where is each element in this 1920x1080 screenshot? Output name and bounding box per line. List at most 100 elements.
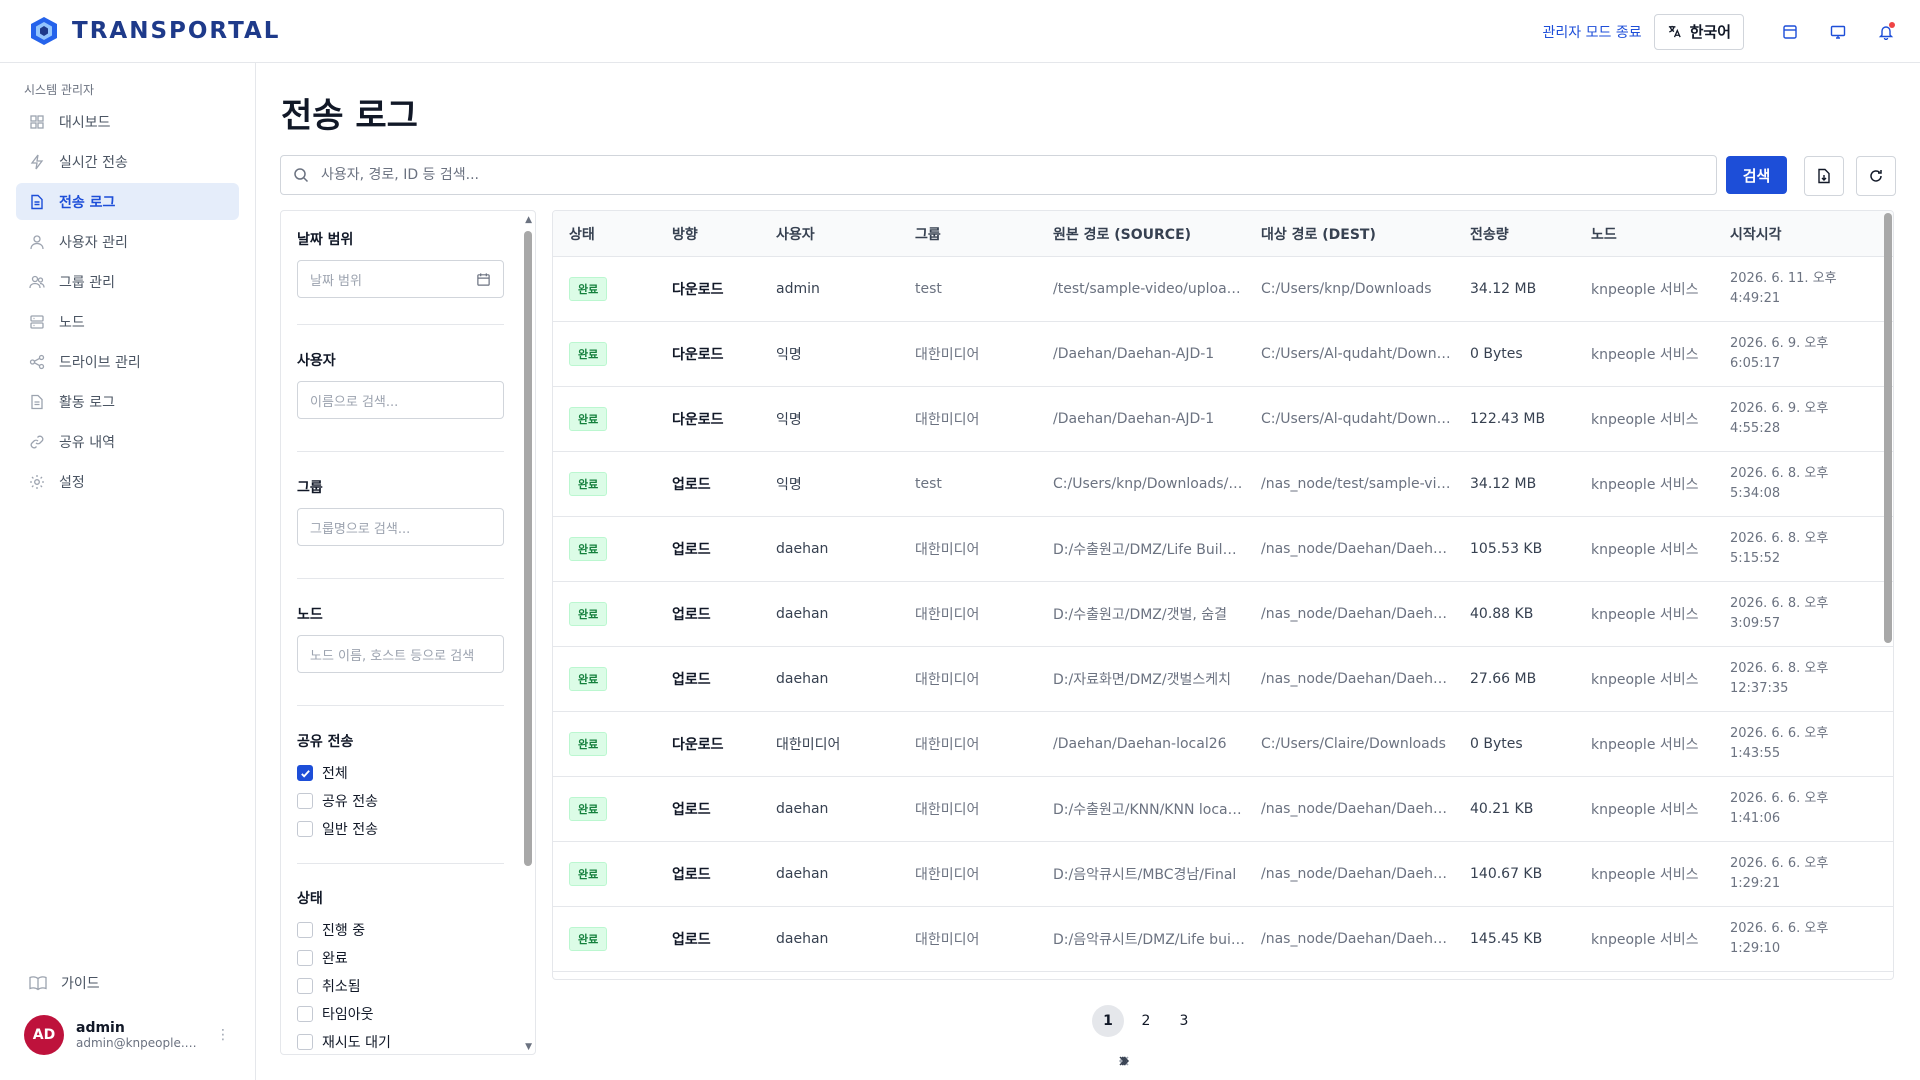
sidebar-item-drives[interactable]: 드라이브 관리 — [16, 343, 239, 380]
sidebar-item-users[interactable]: 사용자 관리 — [16, 223, 239, 260]
sidebar-item-shares[interactable]: 공유 내역 — [16, 423, 239, 460]
column-header-size[interactable]: 전송량 — [1454, 224, 1575, 244]
sidebar-item-groups[interactable]: 그룹 관리 — [16, 263, 239, 300]
sidebar-item-transfer-log[interactable]: 전송 로그 — [16, 183, 239, 220]
share-option-shared[interactable]: 공유 전송 — [297, 791, 378, 811]
status-option-in-progress[interactable]: 진행 중 — [297, 920, 365, 940]
table-row[interactable]: 완료 업로드 daehan 대한미디어 D:/수출원고/DMZ/Life Buildin… — [553, 517, 1893, 582]
guide-label: 가이드 — [61, 976, 100, 992]
start-date: 2026. 6. 6. 오후 — [1730, 791, 1829, 806]
sidebar-item-nodes[interactable]: 노드 — [16, 303, 239, 340]
table-row[interactable]: 완료 다운로드 익명 대한미디어/Daehan/Daehan-AJD-1 C:/User… — [553, 322, 1893, 387]
table-row[interactable]: 완료 업로드 daehan 대한미디어 D:/수출원고/DMZ/갯벌, 숨결/nas_n… — [553, 582, 1893, 647]
translate-icon — [1668, 25, 1681, 38]
checkbox-checked[interactable] — [297, 765, 313, 781]
search-input[interactable] — [321, 167, 1681, 183]
column-header-status[interactable]: 상태 — [553, 224, 656, 244]
status-filter-label: 상태 — [297, 891, 323, 907]
start-date: 2026. 6. 9. 오후 — [1730, 401, 1829, 416]
start-time-cell: 2026. 6. 6. 오후 1:43:55 — [1714, 724, 1874, 764]
user-cell: daehan — [776, 866, 829, 882]
search-bar[interactable] — [280, 155, 1717, 195]
sidebar-item-label: 실시간 전송 — [59, 154, 128, 171]
status-option-cancelled[interactable]: 취소됨 — [297, 976, 361, 996]
more-vertical-icon[interactable]: ⋮ — [216, 1027, 230, 1043]
status-option-timeout[interactable]: 타임아웃 — [297, 1004, 374, 1024]
user-cell: 익명 — [776, 477, 802, 493]
table-scrollbar[interactable] — [1884, 213, 1892, 643]
notifications-button[interactable] — [1862, 0, 1910, 63]
exit-admin-mode-link[interactable]: 관리자 모드 종료 — [1543, 22, 1642, 42]
option-label: 완료 — [322, 951, 348, 967]
page-button-3[interactable]: 3 — [1168, 1005, 1200, 1037]
table-row[interactable]: 완료 다운로드 대한미디어 대한미디어/Daehan/Daehan-local26 C:… — [553, 712, 1893, 777]
size-cell: 40.88 KB — [1470, 606, 1534, 622]
refresh-button[interactable] — [1856, 156, 1896, 196]
sidebar-item-activity-log[interactable]: 활동 로그 — [16, 383, 239, 420]
user-filter-input[interactable]: 이름으로 검색... — [297, 381, 504, 419]
dest-path-cell: C:/Users/Claire/Downloads — [1261, 736, 1446, 752]
column-header-source[interactable]: 원본 경로 (SOURCE) — [1037, 224, 1245, 244]
sidebar-item-label: 전송 로그 — [59, 194, 116, 211]
checkbox[interactable] — [297, 793, 313, 809]
sidebar-item-settings[interactable]: 설정 — [16, 463, 239, 500]
display-mode-button[interactable] — [1814, 0, 1862, 63]
language-button[interactable]: 한국어 — [1653, 13, 1744, 50]
export-button[interactable] — [1804, 156, 1844, 196]
source-path-cell: /Daehan/Daehan-AJD-1 — [1053, 411, 1215, 427]
sidebar-item-dashboard[interactable]: 대시보드 — [16, 103, 239, 140]
user-profile[interactable]: AD admin admin@knpeople.c… ⋮ — [24, 1015, 230, 1055]
scroll-up-arrow[interactable]: ▲ — [525, 215, 532, 225]
page-button-2[interactable]: 2 — [1130, 1005, 1162, 1037]
table-row[interactable]: 완료 다운로드 익명 대한미디어/Daehan/Daehan-AJD-1 C:/User… — [553, 387, 1893, 452]
status-cell: 완료 — [553, 277, 656, 301]
node-cell: knpeople 서비스 — [1591, 347, 1699, 363]
table-row[interactable]: 완료 업로드 daehan 대한미디어 D:/음악큐시트/MBC경남/Final/nas… — [553, 842, 1893, 907]
status-option-complete[interactable]: 완료 — [297, 948, 348, 968]
sidebar-guide-link[interactable]: 가이드 — [29, 973, 100, 993]
column-header-group[interactable]: 그룹 — [899, 224, 1037, 244]
drive-icon — [29, 354, 45, 369]
scroll-down-arrow[interactable]: ▼ — [525, 1042, 532, 1052]
status-badge: 완료 — [569, 667, 608, 691]
source-path-cell: D:/음악큐시트/DMZ/Life building — [1053, 932, 1245, 948]
column-header-direction[interactable]: 방향 — [656, 224, 760, 244]
filter-scrollbar[interactable] — [524, 231, 532, 866]
layout-toggle-button[interactable] — [1766, 0, 1814, 63]
table-row[interactable]: 완료 다운로드 admin test/test/sample-video/upload… — [553, 257, 1893, 322]
node-filter-label: 노드 — [297, 607, 323, 623]
link-icon — [30, 435, 44, 448]
column-header-start-time[interactable]: 시작시각 — [1714, 224, 1874, 244]
node-filter-input[interactable]: 노드 이름, 호스트 등으로 검색 — [297, 635, 504, 673]
checkbox[interactable] — [297, 950, 313, 966]
date-range-input[interactable]: 날짜 범위 — [297, 260, 504, 298]
last-page-button[interactable] — [1108, 1045, 1140, 1077]
checkbox[interactable] — [297, 1006, 313, 1022]
table-row[interactable]: 완료 업로드 daehan 대한미디어 D:/자료화면/DMZ/갯벌스케치/nas_no… — [553, 647, 1893, 712]
node-cell: knpeople 서비스 — [1591, 672, 1699, 688]
group-filter-input[interactable]: 그룹명으로 검색... — [297, 508, 504, 546]
option-label: 진행 중 — [322, 923, 366, 939]
node-cell: knpeople 서비스 — [1591, 802, 1699, 818]
checkbox[interactable] — [297, 922, 313, 938]
checkbox[interactable] — [297, 1034, 313, 1050]
column-header-user[interactable]: 사용자 — [760, 224, 899, 244]
column-header-node[interactable]: 노드 — [1575, 224, 1714, 244]
table-row[interactable]: 완료 업로드 익명 test C:/Users/knp/Downloads/sample… — [553, 452, 1893, 517]
direction-cell: 다운로드 — [672, 347, 724, 363]
status-badge: 완료 — [569, 342, 608, 366]
page-button-1[interactable]: 1 — [1092, 1005, 1124, 1037]
share-option-normal[interactable]: 일반 전송 — [297, 819, 378, 839]
column-header-dest[interactable]: 대상 경로 (DEST) — [1245, 224, 1454, 244]
status-option-retry-wait[interactable]: 재시도 대기 — [297, 1032, 391, 1052]
search-button[interactable]: 검색 — [1726, 156, 1787, 194]
sidebar-item-realtime[interactable]: 실시간 전송 — [16, 143, 239, 180]
checkbox[interactable] — [297, 821, 313, 837]
table-row[interactable]: 완료 업로드 daehan 대한미디어 D:/수출원고/KNN/KNN localnew… — [553, 777, 1893, 842]
file-icon — [31, 194, 43, 209]
share-option-all[interactable]: 전체 — [297, 763, 348, 783]
table-row[interactable]: 완료 업로드 daehan 대한미디어 D:/음악큐시트/DMZ/Life buildi… — [553, 907, 1893, 972]
start-date: 2026. 6. 8. 오후 — [1730, 531, 1829, 546]
checkbox[interactable] — [297, 978, 313, 994]
app-logo[interactable]: TRANSPORTAL — [30, 16, 280, 46]
